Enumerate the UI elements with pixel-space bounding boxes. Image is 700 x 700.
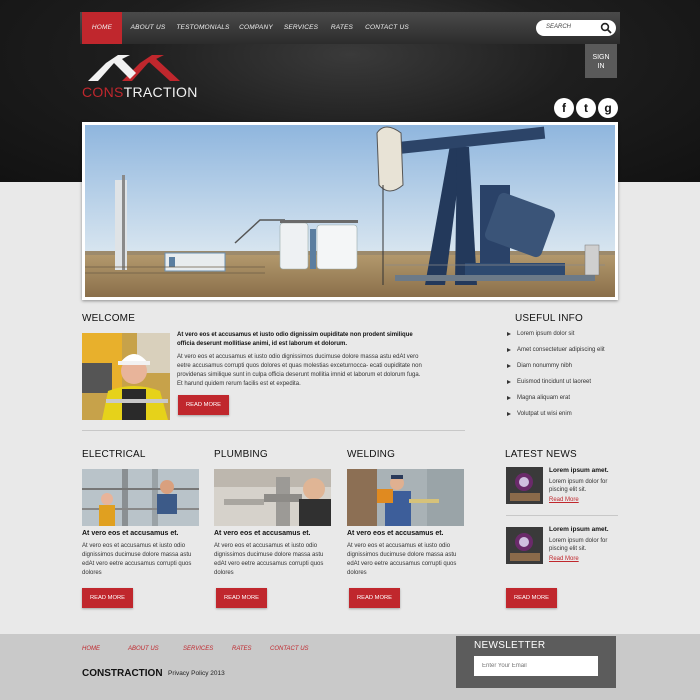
- welding-read-more-button[interactable]: READ MORE: [349, 588, 400, 608]
- newsletter-title: NEWSLETTER: [474, 640, 546, 651]
- news-read-more-link[interactable]: Read More: [549, 497, 579, 503]
- facebook-icon[interactable]: f: [554, 98, 574, 118]
- plumbing-heading: At vero eos et accusamus et.: [214, 530, 311, 537]
- nav-rates[interactable]: RATES: [328, 12, 356, 44]
- search-placeholder: SEARCH: [546, 24, 572, 30]
- news-item-text: Lorem ipsum dolor for piscing elit sit.: [549, 538, 608, 552]
- useful-info-item[interactable]: Amet consectetuer adipiscing elit: [505, 342, 625, 358]
- electrical-read-more-button[interactable]: READ MORE: [82, 588, 133, 608]
- footer-link-contact-us[interactable]: CONTACT US: [270, 646, 309, 652]
- nav-about-us[interactable]: ABOUT US: [126, 12, 170, 44]
- bullet-icon: [507, 332, 511, 336]
- bullet-icon: [507, 348, 511, 352]
- useful-info-item[interactable]: Volutpat ut wisi enim: [505, 406, 625, 422]
- nav-contact-us[interactable]: CONTACT US: [364, 12, 410, 44]
- useful-info-item[interactable]: Diam nonummy nibh: [505, 358, 625, 374]
- plumbing-read-more-button[interactable]: READ MORE: [216, 588, 267, 608]
- latest-news-title: LATEST NEWS: [505, 449, 577, 460]
- nav-testimonials[interactable]: TESTOMONIALS: [176, 12, 230, 44]
- plumbing-text: At vero eos et accusamus et iusto odio d…: [214, 543, 324, 576]
- useful-info-list: Lorem ipsum dolor sit Amet consectetuer …: [505, 326, 625, 422]
- news-read-more-button[interactable]: READ MORE: [506, 588, 557, 608]
- bullet-icon: [507, 364, 511, 368]
- bullet-icon: [507, 380, 511, 384]
- hero-image: [82, 122, 618, 300]
- news-item-heading: Lorem ipsum amet.: [549, 467, 609, 474]
- welding-text: At vero eos et accusamus et iusto odio d…: [347, 543, 457, 576]
- oil-field-illustration: [85, 125, 615, 297]
- google-icon[interactable]: g: [598, 98, 618, 118]
- news-read-more-link[interactable]: Read More: [549, 556, 579, 562]
- footer-link-home[interactable]: HOME: [82, 646, 100, 652]
- plumbing-title: PLUMBING: [214, 449, 268, 460]
- news-divider: [506, 515, 618, 516]
- bullet-icon: [507, 412, 511, 416]
- plumbing-photo: [214, 469, 331, 526]
- logo-text[interactable]: CONSTRACTION: [82, 84, 198, 100]
- news-thumbnail[interactable]: [506, 527, 543, 564]
- newsletter-email-input[interactable]: [474, 656, 598, 676]
- logo-icon[interactable]: [88, 55, 180, 83]
- electrical-heading: At vero eos et accusamus et.: [82, 530, 179, 537]
- news-item-heading: Lorem ipsum amet.: [549, 526, 609, 533]
- welcome-text: At vero eos et accusamus et iusto odio d…: [177, 354, 422, 387]
- welding-title: WELDING: [347, 449, 396, 460]
- logo-text-red: CONS: [82, 84, 124, 100]
- footer-link-services[interactable]: SERVICES: [183, 646, 213, 652]
- twitter-icon[interactable]: t: [576, 98, 596, 118]
- sign-in-line2: IN: [597, 63, 605, 70]
- section-divider: [82, 430, 465, 431]
- search-input[interactable]: SEARCH: [536, 20, 616, 36]
- useful-info-item[interactable]: Euismod tincidunt ut laoreet: [505, 374, 625, 390]
- sign-in-button[interactable]: SIGN IN: [585, 44, 617, 78]
- electrical-photo: [82, 469, 199, 526]
- welcome-worker-photo: [82, 333, 170, 420]
- footer-link-about-us[interactable]: ABOUT US: [128, 646, 159, 652]
- welcome-bold-text: At vero eos et accusamus et iusto odio d…: [177, 332, 413, 347]
- welding-heading: At vero eos et accusamus et.: [347, 530, 444, 537]
- welcome-title: WELCOME: [82, 313, 136, 324]
- nav-services[interactable]: SERVICES: [282, 12, 320, 44]
- electrical-title: ELECTRICAL: [82, 449, 146, 460]
- electrical-text: At vero eos et accusamus et iusto odio d…: [82, 543, 192, 576]
- nav-company[interactable]: COMPANY: [236, 12, 276, 44]
- useful-info-item[interactable]: Lorem ipsum dolor sit: [505, 326, 625, 342]
- useful-info-item[interactable]: Magna aliquam erat: [505, 390, 625, 406]
- footer-link-rates[interactable]: RATES: [232, 646, 252, 652]
- news-item-text: Lorem ipsum dolor for piscing elit sit.: [549, 479, 608, 493]
- logo-text-white: TRACTION: [123, 84, 198, 100]
- welding-photo: [347, 469, 464, 526]
- footer-brand: CONSTRACTION: [82, 668, 163, 679]
- footer-copyright[interactable]: Privacy Policy 2013: [168, 670, 225, 677]
- news-thumbnail[interactable]: [506, 467, 543, 504]
- welcome-read-more-button[interactable]: READ MORE: [178, 395, 229, 415]
- search-icon[interactable]: [600, 22, 612, 34]
- useful-info-title: USEFUL INFO: [515, 313, 583, 324]
- newsletter-box: NEWSLETTER: [456, 636, 616, 688]
- nav-home[interactable]: HOME: [82, 12, 122, 44]
- sign-in-line1: SIGN: [592, 54, 610, 61]
- bullet-icon: [507, 396, 511, 400]
